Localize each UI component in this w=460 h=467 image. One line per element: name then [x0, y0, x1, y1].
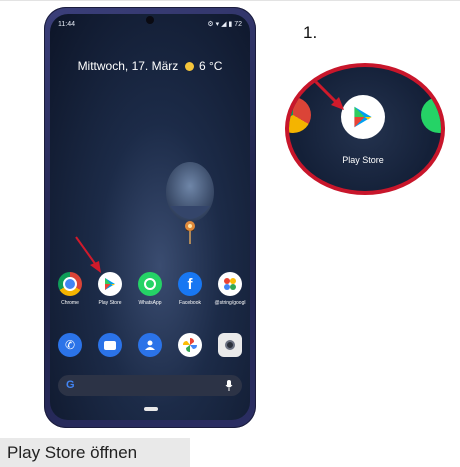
photos-pinwheel-icon	[178, 333, 202, 357]
step-number: 1.	[303, 23, 318, 42]
whatsapp-icon	[138, 272, 162, 296]
zoom-app-label: Play Store	[342, 155, 384, 165]
app-label: Facebook	[179, 300, 201, 306]
google-g-icon: G	[66, 379, 75, 391]
dock-messages[interactable]	[91, 333, 129, 357]
phone-icon: ✆	[58, 333, 82, 357]
app-play-store[interactable]: Play Store	[91, 272, 129, 306]
messages-icon	[98, 333, 122, 357]
tutorial-frame: 11:44 ⚙ ▾ ◢ ▮ 72 Mittwoch, 17. März 6 °C	[0, 0, 460, 435]
dock-contacts[interactable]	[131, 333, 169, 357]
app-whatsapp[interactable]: WhatsApp	[131, 272, 169, 306]
contacts-icon	[138, 333, 162, 357]
status-time: 11:44	[58, 20, 75, 28]
app-label: @string/googl	[214, 300, 246, 306]
facebook-icon: f	[178, 272, 202, 296]
app-label: Chrome	[61, 300, 79, 306]
dock-phone[interactable]: ✆	[51, 333, 89, 357]
dock-row: ✆	[50, 333, 250, 357]
app-label: Play Store	[98, 300, 122, 306]
google-search-bar[interactable]: G	[58, 375, 242, 396]
red-arrow-icon	[75, 236, 101, 273]
whatsapp-icon	[421, 97, 441, 133]
app-facebook[interactable]: f Facebook	[171, 272, 209, 306]
balloon-wallpaper-image	[166, 162, 214, 244]
app-google-photos[interactable]: @string/googl	[211, 272, 249, 306]
home-button[interactable]	[144, 407, 158, 411]
app-label: WhatsApp	[138, 300, 162, 306]
favorites-row: Chrome Play Store WhatsApp f Facebook @s…	[50, 272, 250, 306]
chrome-icon	[289, 97, 311, 133]
phone-device: 11:44 ⚙ ▾ ◢ ▮ 72 Mittwoch, 17. März 6 °C	[44, 7, 256, 428]
play-store-icon	[98, 272, 122, 296]
status-bar: 11:44 ⚙ ▾ ◢ ▮ 72	[58, 18, 242, 30]
caption: Play Store öffnen	[0, 438, 190, 467]
zoom-callout: Play Store	[285, 63, 445, 195]
camera-icon	[218, 333, 242, 357]
home-screen: 11:44 ⚙ ▾ ◢ ▮ 72 Mittwoch, 17. März 6 °C	[50, 14, 250, 420]
red-arrow-icon	[311, 77, 344, 110]
date-text: Mittwoch, 17. März	[77, 59, 179, 73]
play-store-icon[interactable]	[341, 95, 385, 139]
temperature: 6 °C	[198, 59, 223, 73]
app-chrome[interactable]: Chrome	[51, 272, 89, 306]
status-icons: ⚙ ▾ ◢ ▮ 72	[207, 21, 242, 28]
google-photos-icon	[218, 272, 242, 296]
dock-camera[interactable]	[211, 333, 249, 357]
mic-icon[interactable]	[225, 380, 233, 391]
chrome-icon	[58, 272, 82, 296]
weather-sun-icon	[184, 62, 194, 71]
date-widget[interactable]: Mittwoch, 17. März 6 °C	[50, 59, 250, 73]
dock-photos[interactable]	[171, 333, 209, 357]
